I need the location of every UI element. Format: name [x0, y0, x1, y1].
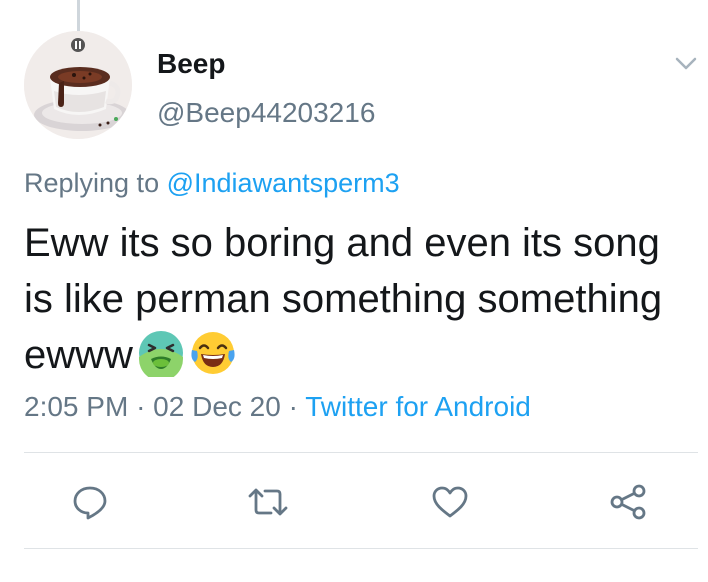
chevron-down-icon[interactable] [671, 52, 701, 74]
retweet-button[interactable] [246, 480, 290, 524]
like-button[interactable] [428, 480, 472, 524]
tweet-source[interactable]: Twitter for Android [305, 391, 531, 422]
share-icon [610, 484, 646, 520]
divider [24, 548, 698, 549]
meta-separator: · [288, 391, 298, 422]
share-button[interactable] [606, 480, 650, 524]
face-with-tears-of-joy-icon [189, 329, 237, 377]
user-handle[interactable]: @Beep44203216 [157, 96, 375, 130]
reply-button[interactable] [68, 480, 112, 524]
tweet-meta: 2:05 PM · 02 Dec 20 · Twitter for Androi… [24, 390, 531, 424]
replying-to-mention[interactable]: @Indiawantsperm3 [167, 168, 400, 198]
like-icon [432, 486, 468, 518]
tweet-time[interactable]: 2:05 PM [24, 391, 128, 422]
display-name[interactable]: Beep [157, 47, 225, 81]
avatar-image [24, 31, 132, 139]
tweet-actions-bar [0, 470, 708, 534]
tweet-body: Eww its so boring and even its song is l… [24, 221, 663, 377]
retweet-icon [248, 488, 288, 516]
thread-connector-line [77, 0, 80, 31]
nauseated-face-icon [137, 329, 185, 382]
meta-separator: · [136, 391, 146, 422]
replying-to-label: Replying to [24, 168, 160, 198]
tweet-date[interactable]: 02 Dec 20 [153, 391, 281, 422]
tweet-text: Eww its so boring and even its song is l… [24, 215, 684, 383]
replying-to-line: Replying to @Indiawantsperm3 [24, 167, 400, 199]
reply-icon [73, 486, 107, 520]
divider [24, 452, 698, 453]
avatar[interactable] [24, 31, 132, 139]
